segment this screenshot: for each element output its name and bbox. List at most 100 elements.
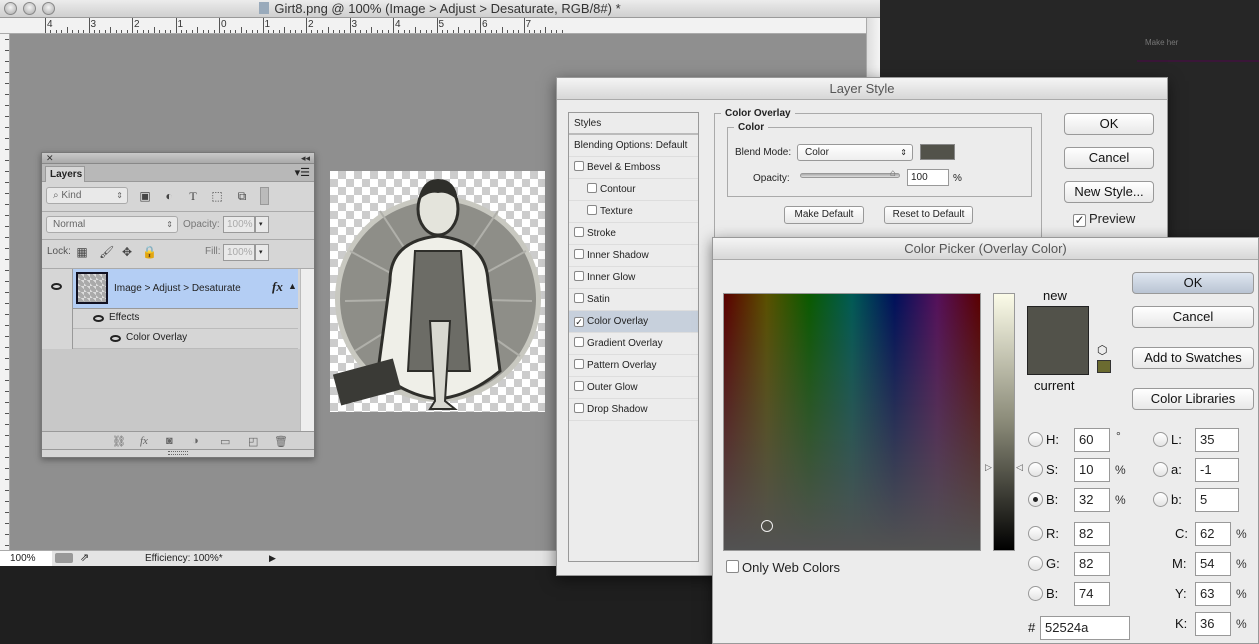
checkbox-icon[interactable]: [587, 183, 597, 193]
tab-layers[interactable]: Layers: [45, 166, 85, 182]
shape-layer-filter-icon[interactable]: ⬚: [210, 189, 224, 203]
checkbox-icon[interactable]: [587, 205, 597, 215]
effects-row[interactable]: Effects: [73, 309, 298, 329]
out-of-gamut-cube-icon[interactable]: ⬡: [1097, 343, 1107, 357]
add-to-swatches-button[interactable]: Add to Swatches: [1132, 347, 1254, 369]
preview-checkbox[interactable]: ✓ Preview: [1073, 211, 1135, 227]
blend-mode-select[interactable]: Color ⇕: [797, 144, 913, 161]
filter-kind-select[interactable]: ⌕ Kind ⇕: [46, 187, 128, 204]
link-layers-icon[interactable]: ⛓: [112, 435, 126, 448]
style-item-bevel-emboss[interactable]: Bevel & Emboss: [569, 157, 698, 179]
only-web-colors-checkbox[interactable]: Only Web Colors: [726, 560, 840, 575]
pixel-layer-filter-icon[interactable]: ▣: [138, 189, 152, 203]
checkbox-icon[interactable]: [574, 249, 584, 259]
slider-right-marker-icon[interactable]: ◁: [1016, 462, 1023, 473]
lock-all-icon[interactable]: 🔒: [142, 245, 157, 259]
color-overlay-visibility-eye-icon[interactable]: [110, 335, 121, 342]
opacity-dropdown-icon[interactable]: ▾: [255, 216, 269, 233]
status-menu-arrow-icon[interactable]: ▶: [269, 551, 276, 566]
hue-field[interactable]: 60: [1074, 428, 1110, 452]
style-item-texture[interactable]: Texture: [569, 201, 698, 223]
color-field[interactable]: [723, 293, 981, 551]
new-layer-icon[interactable]: ◰: [248, 435, 258, 448]
lock-transparent-pixels-icon[interactable]: ▦: [75, 245, 89, 259]
black-field[interactable]: 36: [1195, 612, 1231, 636]
zoom-window-button[interactable]: [42, 2, 55, 15]
green-field[interactable]: 82: [1074, 552, 1110, 576]
zoom-level-field[interactable]: 100%: [0, 551, 52, 566]
lock-position-icon[interactable]: ✥: [120, 245, 134, 259]
style-item-satin[interactable]: Satin: [569, 289, 698, 311]
green-radio[interactable]: [1028, 556, 1043, 571]
slider-left-marker-icon[interactable]: ▷: [985, 462, 992, 473]
blue-radio[interactable]: [1028, 586, 1043, 601]
ok-button[interactable]: OK: [1132, 272, 1254, 294]
ok-button[interactable]: OK: [1064, 113, 1154, 135]
style-item-blending-options-default[interactable]: Blending Options: Default: [569, 135, 698, 157]
layer-row-selected[interactable]: Image > Adjust > Desaturate fx ▲: [73, 269, 298, 309]
style-item-styles[interactable]: Styles: [569, 113, 698, 135]
checkbox-icon[interactable]: [574, 293, 584, 303]
cyan-field[interactable]: 62: [1195, 522, 1231, 546]
brightness-radio[interactable]: [1028, 492, 1043, 507]
checkbox-icon[interactable]: [574, 381, 584, 391]
opacity-field[interactable]: 100%: [223, 216, 255, 233]
adjustment-layer-filter-icon[interactable]: ◐: [162, 189, 176, 203]
saturation-radio[interactable]: [1028, 462, 1043, 477]
filter-toggle[interactable]: [260, 187, 269, 205]
delete-layer-icon[interactable]: 🗑: [274, 435, 288, 448]
panel-resize-grip[interactable]: [168, 451, 188, 455]
style-item-contour[interactable]: Contour: [569, 179, 698, 201]
style-item-outer-glow[interactable]: Outer Glow: [569, 377, 698, 399]
blend-mode-select[interactable]: Normal ⇕: [46, 216, 178, 233]
color-field-cursor[interactable]: [761, 520, 773, 532]
cancel-button[interactable]: Cancel: [1132, 306, 1254, 328]
yellow-field[interactable]: 63: [1195, 582, 1231, 606]
checkbox-icon[interactable]: [574, 337, 584, 347]
add-mask-icon[interactable]: ◙: [166, 435, 173, 447]
layer-visibility-eye-icon[interactable]: [51, 283, 62, 290]
style-item-drop-shadow[interactable]: Drop Shadow: [569, 399, 698, 421]
hex-field[interactable]: 52524a: [1040, 616, 1130, 640]
opacity-field[interactable]: 100: [907, 169, 949, 186]
new-style-button[interactable]: New Style...: [1064, 181, 1154, 203]
layer-name[interactable]: Image > Adjust > Desaturate: [114, 283, 241, 294]
red-field[interactable]: 82: [1074, 522, 1110, 546]
checkbox-icon[interactable]: [574, 227, 584, 237]
close-panel-icon[interactable]: ✕: [46, 153, 54, 163]
lightness-radio[interactable]: [1153, 432, 1168, 447]
style-item-color-overlay[interactable]: ✓ Color Overlay: [569, 311, 698, 333]
close-window-button[interactable]: [4, 2, 17, 15]
fill-field[interactable]: 100%: [223, 244, 255, 261]
lock-image-pixels-icon[interactable]: 🖌: [99, 245, 114, 259]
checkbox-icon[interactable]: [574, 359, 584, 369]
blue-field[interactable]: 74: [1074, 582, 1110, 606]
opacity-slider-track[interactable]: [800, 173, 900, 178]
style-item-inner-glow[interactable]: Inner Glow: [569, 267, 698, 289]
collapse-effects-arrow-icon[interactable]: ▲: [288, 281, 297, 291]
collapse-panel-icon[interactable]: ◂◂: [301, 153, 310, 163]
checkbox-icon[interactable]: [574, 403, 584, 413]
fill-dropdown-icon[interactable]: ▾: [255, 244, 269, 261]
checkbox-checked-icon[interactable]: ✓: [574, 317, 584, 327]
new-group-icon[interactable]: ▭: [220, 435, 230, 448]
image-canvas[interactable]: [330, 171, 545, 412]
red-radio[interactable]: [1028, 526, 1043, 541]
style-item-pattern-overlay[interactable]: Pattern Overlay: [569, 355, 698, 377]
a-channel-field[interactable]: -1: [1195, 458, 1239, 482]
effects-visibility-eye-icon[interactable]: [93, 315, 104, 322]
cancel-button[interactable]: Cancel: [1064, 147, 1154, 169]
minimize-window-button[interactable]: [23, 2, 36, 15]
make-default-button[interactable]: Make Default: [784, 206, 864, 224]
style-item-gradient-overlay[interactable]: Gradient Overlay: [569, 333, 698, 355]
new-adjustment-layer-icon[interactable]: ◑: [192, 435, 199, 447]
lightness-field[interactable]: 35: [1195, 428, 1239, 452]
fx-badge-icon[interactable]: fx: [272, 279, 283, 295]
type-layer-filter-icon[interactable]: T: [186, 189, 200, 203]
gamut-color-swatch[interactable]: [1097, 360, 1111, 373]
style-item-stroke[interactable]: Stroke: [569, 223, 698, 245]
magenta-field[interactable]: 54: [1195, 552, 1231, 576]
layers-scrollbar[interactable]: [300, 269, 314, 431]
hue-radio[interactable]: [1028, 432, 1043, 447]
share-icon[interactable]: ⇗: [80, 551, 89, 566]
